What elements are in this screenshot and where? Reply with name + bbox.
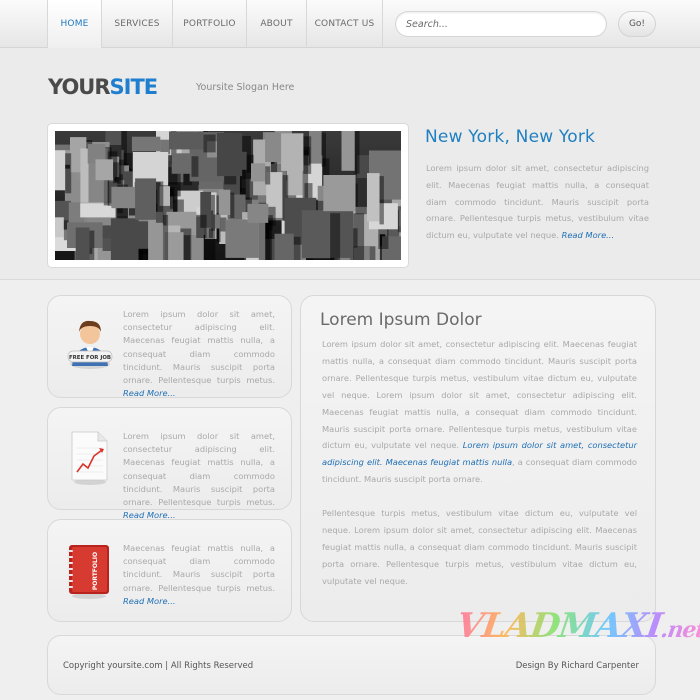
chart-document-icon bbox=[68, 430, 110, 490]
building-shadow bbox=[196, 214, 207, 238]
hero-image-frame bbox=[47, 123, 409, 268]
watermark-text: VLADMAXI bbox=[454, 606, 665, 646]
nav-portfolio[interactable]: PORTFOLIO bbox=[172, 0, 246, 48]
search-input[interactable] bbox=[395, 11, 607, 37]
hero-title: New York, New York bbox=[425, 127, 596, 147]
building bbox=[281, 133, 304, 171]
free-for-job-person-icon: FREE FOR JOB bbox=[66, 314, 114, 374]
building bbox=[251, 163, 266, 182]
side-box-text: Lorem ipsum dolor sit amet, consectetur … bbox=[123, 308, 275, 400]
nav-services[interactable]: SERVICES bbox=[101, 0, 172, 48]
building-shadow bbox=[303, 136, 312, 174]
building bbox=[110, 218, 139, 260]
building-shadow bbox=[203, 134, 216, 153]
building-shadow bbox=[353, 213, 365, 260]
building bbox=[274, 233, 294, 260]
main-title: Lorem Ipsum Dolor bbox=[320, 310, 482, 330]
main-text: Lorem ipsum dolor sit amet, consectetur … bbox=[322, 336, 637, 606]
building bbox=[301, 210, 331, 259]
building-shadow bbox=[89, 230, 95, 260]
nav-about[interactable]: ABOUT bbox=[246, 0, 306, 48]
building bbox=[55, 217, 64, 238]
building bbox=[75, 227, 90, 260]
building-shadow bbox=[330, 213, 341, 260]
building bbox=[367, 173, 380, 222]
side-box-free-for-job: FREE FOR JOB Lorem ipsum dolor sit amet,… bbox=[47, 295, 292, 398]
building-shadow bbox=[170, 189, 174, 209]
building-shadow bbox=[258, 222, 271, 260]
building-shadow bbox=[162, 214, 169, 260]
building-shadow bbox=[355, 178, 367, 215]
building bbox=[135, 178, 157, 220]
building bbox=[226, 151, 247, 170]
building-shadow bbox=[397, 206, 401, 233]
logo-part-your: YOUR bbox=[48, 75, 111, 99]
side-box-read-more-link[interactable]: Read More... bbox=[123, 596, 176, 606]
building-shadow bbox=[183, 235, 191, 260]
side-box-paragraph: Maecenas feugiat mattis nulla, a consequ… bbox=[123, 543, 275, 593]
main-nav: HOME SERVICES PORTFOLIO ABOUT CONTACT US bbox=[47, 0, 383, 48]
building-shadow bbox=[119, 159, 125, 181]
hero-text: Lorem ipsum dolor sit amet, consectetur … bbox=[426, 160, 649, 244]
main-paragraph-1: Lorem ipsum dolor sit amet, consectetur … bbox=[322, 336, 637, 488]
building-shadow bbox=[354, 131, 360, 174]
building bbox=[247, 203, 269, 223]
building-shadow bbox=[156, 181, 164, 223]
building-shadow bbox=[293, 236, 301, 260]
site-slogan: Yoursite Slogan Here bbox=[196, 82, 295, 93]
free-for-job-label: FREE FOR JOB bbox=[69, 355, 111, 361]
main-content-box: Lorem Ipsum Dolor Lorem ipsum dolor sit … bbox=[300, 295, 656, 622]
portfolio-book-icon: PORTFOLIO bbox=[67, 542, 111, 604]
building-shadow bbox=[230, 192, 235, 218]
building bbox=[171, 153, 192, 174]
go-button[interactable]: Go! bbox=[618, 11, 656, 37]
building bbox=[95, 159, 114, 181]
side-box-text: Lorem ipsum dolor sit amet, consectetur … bbox=[123, 430, 275, 522]
side-box-read-more-link[interactable]: Read More... bbox=[123, 388, 176, 398]
hero-read-more-link[interactable]: Read More... bbox=[562, 230, 615, 240]
building-shadow bbox=[115, 206, 128, 221]
building bbox=[225, 219, 259, 258]
building-shadow bbox=[265, 166, 271, 185]
building-shadow bbox=[321, 132, 326, 167]
building bbox=[55, 150, 66, 191]
building-shadow bbox=[191, 156, 199, 177]
building-shadow bbox=[369, 246, 376, 260]
site-logo[interactable]: YOURSITE bbox=[48, 75, 159, 99]
building bbox=[218, 189, 231, 215]
main-paragraph-2: Pellentesque turpis metus, vestibulum vi… bbox=[322, 508, 637, 586]
main-paragraph-1-text: Lorem ipsum dolor sit amet, consectetur … bbox=[322, 339, 637, 451]
copyright-text: Copyright yoursite.com | All Rights Rese… bbox=[63, 661, 254, 671]
building-shadow bbox=[113, 162, 120, 184]
building-shadow bbox=[379, 176, 384, 225]
watermark-suffix: .net bbox=[659, 617, 700, 643]
building-shadow bbox=[268, 206, 276, 226]
side-box-paragraph: Lorem ipsum dolor sit amet, consectetur … bbox=[123, 431, 275, 508]
building-shadow bbox=[65, 153, 72, 194]
side-box-chart: Lorem ipsum dolor sit amet, consectetur … bbox=[47, 407, 292, 520]
building bbox=[341, 131, 355, 171]
building-shadow bbox=[211, 194, 215, 231]
nav-home[interactable]: HOME bbox=[47, 0, 101, 48]
portfolio-book-label: PORTFOLIO bbox=[92, 552, 99, 590]
nav-contact-us[interactable]: CONTACT US bbox=[306, 0, 383, 48]
top-navigation-bar: HOME SERVICES PORTFOLIO ABOUT CONTACT US… bbox=[0, 0, 700, 48]
hero-paragraph: Lorem ipsum dolor sit amet, consectetur … bbox=[426, 163, 649, 241]
side-box-paragraph: Lorem ipsum dolor sit amet, consectetur … bbox=[123, 309, 275, 386]
city-aerial-photo bbox=[55, 131, 401, 260]
vladmaxi-watermark: VLADMAXI.net bbox=[454, 606, 700, 646]
side-box-portfolio: PORTFOLIO Maecenas feugiat mattis nulla,… bbox=[47, 519, 292, 622]
building bbox=[131, 136, 161, 152]
designer-credit: Design By Richard Carpenter bbox=[515, 661, 639, 671]
building bbox=[323, 175, 356, 212]
side-box-text: Maecenas feugiat mattis nulla, a consequ… bbox=[123, 542, 275, 608]
building bbox=[169, 131, 204, 150]
city-skyline-image bbox=[55, 131, 401, 260]
logo-part-site: SITE bbox=[109, 75, 159, 99]
building-shadow bbox=[138, 221, 149, 260]
